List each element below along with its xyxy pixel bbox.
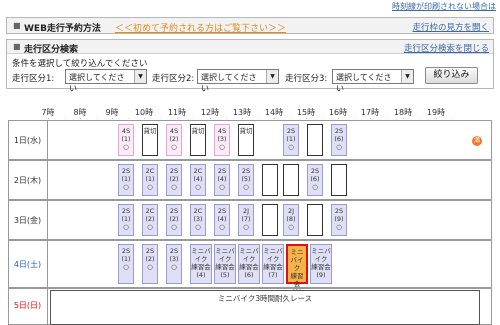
hour-label: 10時 (134, 108, 154, 117)
slot-cell[interactable]: 2S (2) ○ (166, 164, 182, 196)
slot-cell[interactable]: 貸切 (142, 124, 158, 156)
day-label: 5日(日) (13, 301, 42, 310)
slot-cell[interactable]: 2C (1) ○ (142, 164, 158, 196)
slot-cell[interactable]: 4S (3) ○ (214, 124, 230, 156)
slot-cell[interactable] (331, 164, 347, 196)
slot-cell[interactable] (262, 204, 278, 236)
hour-label: 13時 (232, 108, 252, 117)
first-time-notice-link[interactable]: ＜＜初めて予約される方はご覧下さい＞＞ (115, 21, 286, 34)
slot-cell[interactable]: 2S (5) ○ (238, 164, 254, 196)
hour-label: 18時 (393, 108, 413, 117)
slot-cell[interactable]: 2S (1) ○ (283, 124, 299, 156)
narrow-down-button[interactable]: 絞り込み (425, 67, 478, 84)
hour-label: 12時 (200, 108, 220, 117)
slot-cell[interactable]: 2S (4) ○ (214, 204, 230, 236)
filter-select-1[interactable]: 選択してください ▼ (65, 69, 147, 93)
slot-cell[interactable]: ミニバイク 練習会 (7) (262, 244, 284, 284)
slot-cell[interactable]: 2C (3) ○ (190, 204, 206, 236)
close-filter-link[interactable]: 走行区分検索を閉じる (404, 42, 489, 54)
hour-label: 15時 (296, 108, 316, 117)
event-title: ミニバイク3時間耐久レース (217, 294, 313, 303)
full-status-icon: 満 (472, 136, 482, 146)
event-block[interactable]: ミニバイク3時間耐久レース (50, 290, 480, 325)
chevron-down-icon: ▼ (401, 70, 413, 83)
slot-cell[interactable]: 4S (2) ○ (166, 124, 182, 156)
filter-header: ■ 走行区分検索 走行区分検索を閉じる (7, 40, 493, 55)
day-label-cell: 2日(木) (8, 160, 48, 200)
day-label-cell: 4日(土) (8, 240, 48, 288)
open-frame-guide-link[interactable]: 走行枠の見方を開く (412, 21, 489, 33)
filter-label-1: 走行区分1: (12, 74, 55, 84)
slot-cell[interactable]: 2S (2) ○ (142, 244, 158, 284)
filter-select-2[interactable]: 選択してください ▼ (197, 69, 279, 93)
slot-cell[interactable]: 2C (2) ○ (142, 204, 158, 236)
slot-cell[interactable]: 2S (3) ○ (166, 244, 182, 284)
filter-title: 走行区分検索 (24, 45, 79, 55)
filter-select-3[interactable]: 選択してください ▼ (332, 69, 414, 93)
filter-hint: 条件を選択して絞り込んでください (12, 59, 148, 69)
square-bullet-icon: ■ (13, 21, 21, 30)
square-bullet-icon: ■ (13, 42, 21, 51)
chevron-down-icon: ▼ (266, 70, 278, 83)
filter-select-3-value: 選択してください (336, 73, 392, 93)
slot-cell[interactable]: 2S (1) ○ (118, 204, 134, 236)
slot-cell[interactable] (307, 124, 323, 156)
chevron-down-icon: ▼ (134, 70, 146, 83)
slot-cell[interactable]: 2J (7) ○ (238, 204, 254, 236)
day-label: 4日(土) (13, 260, 42, 269)
slot-cell[interactable] (283, 164, 299, 196)
hour-label: 16時 (328, 108, 348, 117)
hour-label: 19時 (426, 108, 446, 117)
filter-panel: ■ 走行区分検索 走行区分検索を閉じる 条件を選択して絞り込んでください 走行区… (6, 39, 494, 93)
booking-method-title: WEB走行予約方法 (24, 24, 101, 34)
slot-cell[interactable]: ミニバイク 練習会 (8) (286, 244, 308, 296)
booking-method-bar: ■ WEB走行予約方法 ＜＜初めて予約される方はご覧下さい＞＞ 走行枠の見方を開… (6, 17, 494, 34)
day-label: 2日(木) (13, 176, 42, 185)
slot-cell[interactable]: 貸切 (190, 124, 206, 156)
slot-cell[interactable]: 4S (1) ○ (118, 124, 134, 156)
slot-cell[interactable]: 2S (1) ○ (118, 244, 134, 284)
hour-label: 9時 (105, 108, 119, 117)
slot-cell[interactable]: 2C (4) ○ (190, 164, 206, 196)
print-help-link[interactable]: 時刻線が印刷されない場合は (392, 1, 496, 12)
slot-cell[interactable]: 2S (4) ○ (214, 164, 230, 196)
slot-cell[interactable]: 2S (6) ○ (307, 164, 323, 196)
slot-cell[interactable]: 2S (6) ○ (331, 124, 347, 156)
day-label: 3日(金) (13, 216, 42, 225)
filter-label-3: 走行区分3: (285, 74, 328, 84)
slot-cell[interactable]: 貸切 (238, 124, 254, 156)
slot-cell[interactable]: ミニバイク 練習会 (9) (310, 244, 332, 284)
filter-select-1-value: 選択してください (69, 73, 125, 93)
slot-cell[interactable]: ミニバイク 練習会 (6) (238, 244, 260, 284)
hour-label: 8時 (73, 108, 87, 117)
slot-cell[interactable]: 2S (1) ○ (118, 164, 134, 196)
hour-label: 17時 (360, 108, 380, 117)
slot-cell[interactable]: ミニバイク 練習会 (5) (214, 244, 236, 284)
slot-cell[interactable] (307, 204, 323, 236)
day-label-cell: 3日(金) (8, 200, 48, 240)
slot-cell[interactable]: 2S (9) ○ (331, 204, 347, 236)
hour-label: 14時 (264, 108, 284, 117)
day-label: 1日(水) (13, 136, 42, 145)
day-label-cell: 1日(水) (8, 120, 48, 160)
slot-cell[interactable]: ミニバイク 練習会 (4) (190, 244, 212, 284)
slot-cell[interactable] (262, 164, 278, 196)
hour-label: 11時 (167, 108, 187, 117)
slot-cell[interactable]: 2S (2) ○ (166, 204, 182, 236)
slot-cell[interactable]: 2J (8) ○ (283, 204, 299, 236)
filter-label-2: 走行区分2: (152, 74, 195, 84)
filter-select-2-value: 選択してください (201, 73, 257, 93)
hour-label: 7時 (41, 108, 55, 117)
day-label-cell: 5日(日) (8, 288, 48, 325)
